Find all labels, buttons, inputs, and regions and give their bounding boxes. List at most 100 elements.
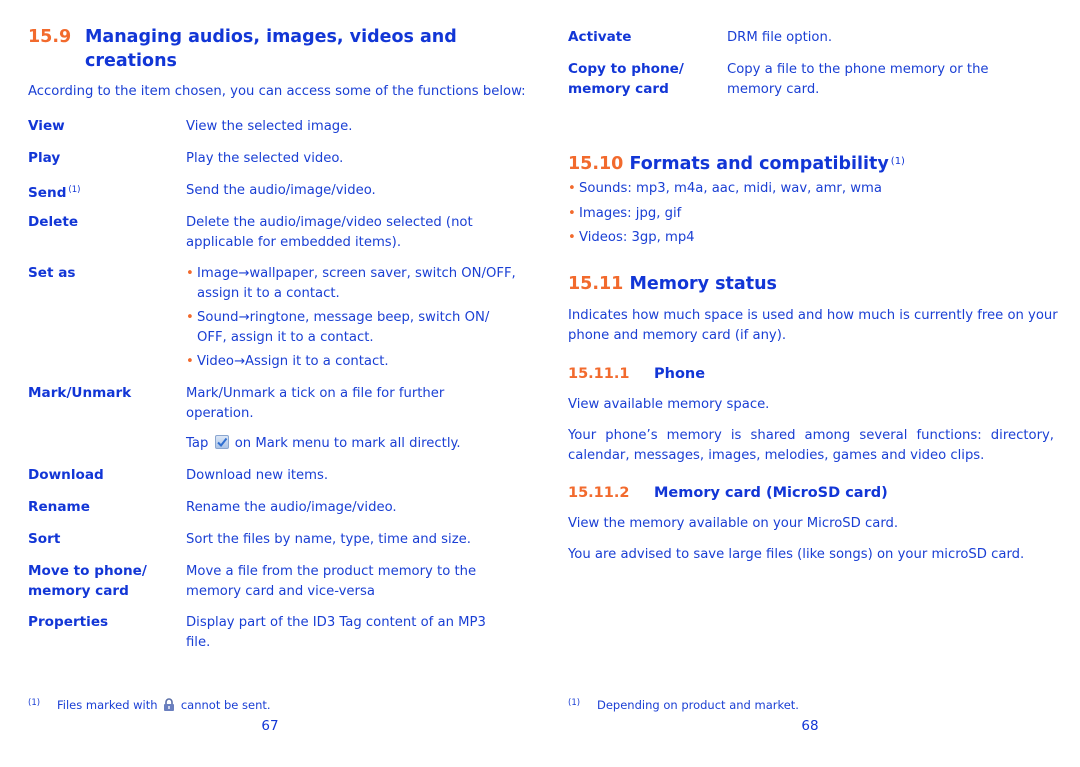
definition: Download new items. — [186, 468, 329, 483]
definition: Delete the audio/image/video selected (n… — [186, 213, 518, 252]
format-item: • Images: jpg, gif — [568, 204, 882, 224]
section-heading-15-10: 15.10 Formats and compatibility (1) — [568, 150, 905, 176]
definition: Sort the files by name, type, time and s… — [186, 532, 471, 547]
term: Move to phone/ memory card — [28, 562, 147, 601]
subsection-heading-memory-card: 15.11.2 Memory card (MicroSD card) — [568, 483, 888, 503]
section-heading-15-11: 15.11 Memory status — [568, 272, 777, 296]
term: Sort — [28, 531, 61, 547]
term-line: memory card — [568, 80, 669, 97]
term-wrapper: Send (1) — [28, 181, 80, 204]
format-text: Videos: 3gp, mp4 — [579, 230, 695, 245]
bullet-text: Sound→ringtone, message beep, switch ON/ — [197, 310, 490, 325]
subsection-number: 15.11.1 — [568, 366, 630, 382]
footnote-mark: (1) — [568, 698, 581, 708]
intro-text: According to the item chosen, you can ac… — [28, 84, 526, 99]
term: Mark/Unmark — [28, 385, 132, 401]
section-number: 15.11 — [568, 274, 624, 294]
bullet-item: • Sound→ringtone, message beep, switch ON… — [186, 308, 518, 347]
memory-intro: Indicates how much space is used and how… — [568, 306, 1058, 345]
definition: Move a file from the product memory to t… — [186, 562, 518, 601]
definition-line: memory card and vice-versa — [186, 583, 375, 599]
bullet-icon: • — [568, 205, 576, 221]
definition: Play the selected video. — [186, 151, 344, 166]
footnote-reference: (1) — [890, 156, 905, 167]
subsection-number: 15.11.2 — [568, 485, 630, 501]
paragraph-line: Your phone’s memory is shared among seve… — [568, 428, 1054, 443]
intro-line: phone and memory card (if any). — [568, 327, 787, 343]
phone-p1: View available memory space. — [568, 397, 770, 412]
definition-line: Delete the audio/image/video selected (n… — [186, 215, 473, 230]
format-item: • Videos: 3gp, mp4 — [568, 228, 882, 248]
term: Rename — [28, 499, 90, 515]
footnote-reference: (1) — [68, 185, 81, 195]
hint-text: Tap — [186, 436, 209, 451]
format-text: Images: jpg, gif — [579, 205, 682, 221]
formats-list: • Sounds: mp3, m4a, aac, midi, wav, amr, … — [568, 179, 882, 248]
definition: Send the audio/image/video. — [186, 183, 376, 198]
term: Play — [28, 150, 61, 166]
section-heading-15-9: 15.9 Managing audios, images, videos and… — [28, 25, 457, 73]
bullet-text: Image→wallpaper, screen saver, switch ON… — [197, 266, 516, 281]
intro-line: Indicates how much space is used and how… — [568, 308, 1058, 323]
definition: Copy a file to the phone memory or the m… — [727, 60, 1054, 99]
term-line: Copy to phone/ — [568, 61, 684, 77]
footnote-mark: (1) — [28, 698, 41, 708]
definition: Mark/Unmark a tick on a file for further… — [186, 384, 518, 454]
bullet-item: • Video→Assign it to a contact. — [186, 352, 518, 372]
checkbox-tick-icon — [214, 435, 229, 449]
definition-line: Mark/Unmark a tick on a file for further — [186, 386, 445, 401]
term: Send — [28, 185, 67, 201]
lock-icon — [164, 698, 175, 711]
section-number: 15.10 — [568, 154, 624, 174]
term: Properties — [28, 614, 109, 630]
definition-line: operation. — [186, 405, 254, 421]
term: Delete — [28, 214, 79, 230]
subsection-heading-phone: 15.11.1 Phone — [568, 364, 705, 384]
paragraph-line: calendar, messages, images, melodies, ga… — [568, 447, 985, 463]
section-title-line2: creations — [85, 51, 177, 71]
definition: Display part of the ID3 Tag content of a… — [186, 613, 518, 652]
section-title: Memory status — [629, 274, 777, 294]
subsection-title: Phone — [654, 366, 706, 382]
section-number: 15.9 — [28, 27, 72, 47]
format-item: • Sounds: mp3, m4a, aac, midi, wav, amr, … — [568, 179, 882, 199]
definition: View the selected image. — [186, 119, 353, 134]
definition-line: file. — [186, 634, 211, 650]
definition-line: Move a file from the product memory to t… — [186, 564, 477, 579]
page-number: 68 — [801, 718, 819, 734]
right-page: Activate DRM file option. Copy to phone/… — [568, 0, 1058, 767]
bullet-text: OFF, assign it to a contact. — [197, 329, 374, 345]
term-line: Move to phone/ — [28, 563, 147, 579]
format-text: Sounds: mp3, m4a, aac, midi, wav, amr, w… — [579, 181, 882, 196]
footnote-text: Files marked with — [57, 698, 158, 712]
term: Set as — [28, 265, 76, 281]
section-title-line1: Managing audios, images, videos and — [85, 27, 457, 47]
definition-line: Display part of the ID3 Tag content of a… — [186, 615, 486, 630]
definition: • Image→wallpaper, screen saver, switch O… — [186, 264, 518, 372]
footnote: Files marked with cannot be sent. — [57, 697, 271, 713]
bullet-icon: • — [568, 230, 576, 245]
bullet-text: assign it to a contact. — [197, 285, 340, 301]
term: Copy to phone/ memory card — [568, 60, 684, 99]
term: Activate — [568, 29, 632, 45]
definition: DRM file option. — [727, 30, 833, 45]
bullet-text: Video→Assign it to a contact. — [197, 354, 389, 369]
hint-text: on Mark menu to mark all directly. — [234, 436, 461, 451]
section-title: Formats and compatibility — [629, 154, 889, 174]
term: View — [28, 118, 65, 134]
definition-line: memory card. — [727, 81, 820, 97]
term: Download — [28, 467, 104, 483]
card-p2: You are advised to save large files (lik… — [568, 547, 1025, 562]
definition: Rename the audio/image/video. — [186, 500, 397, 515]
footnote: Depending on product and market. — [597, 698, 799, 712]
left-page: 15.9 Managing audios, images, videos and… — [28, 0, 526, 767]
definition-line: applicable for embedded items). — [186, 234, 402, 250]
definition-line: Copy a file to the phone memory or the — [727, 62, 989, 77]
bullet-icon: • — [186, 266, 194, 281]
footnote-text: cannot be sent. — [180, 698, 271, 712]
bullet-item: • Image→wallpaper, screen saver, switch O… — [186, 264, 518, 303]
mark-all-hint: Tap on Mark menu to mark all directly. — [186, 434, 518, 454]
subsection-title: Memory card (MicroSD card) — [654, 485, 888, 501]
bullet-icon: • — [186, 354, 194, 369]
page-number: 67 — [261, 718, 279, 734]
